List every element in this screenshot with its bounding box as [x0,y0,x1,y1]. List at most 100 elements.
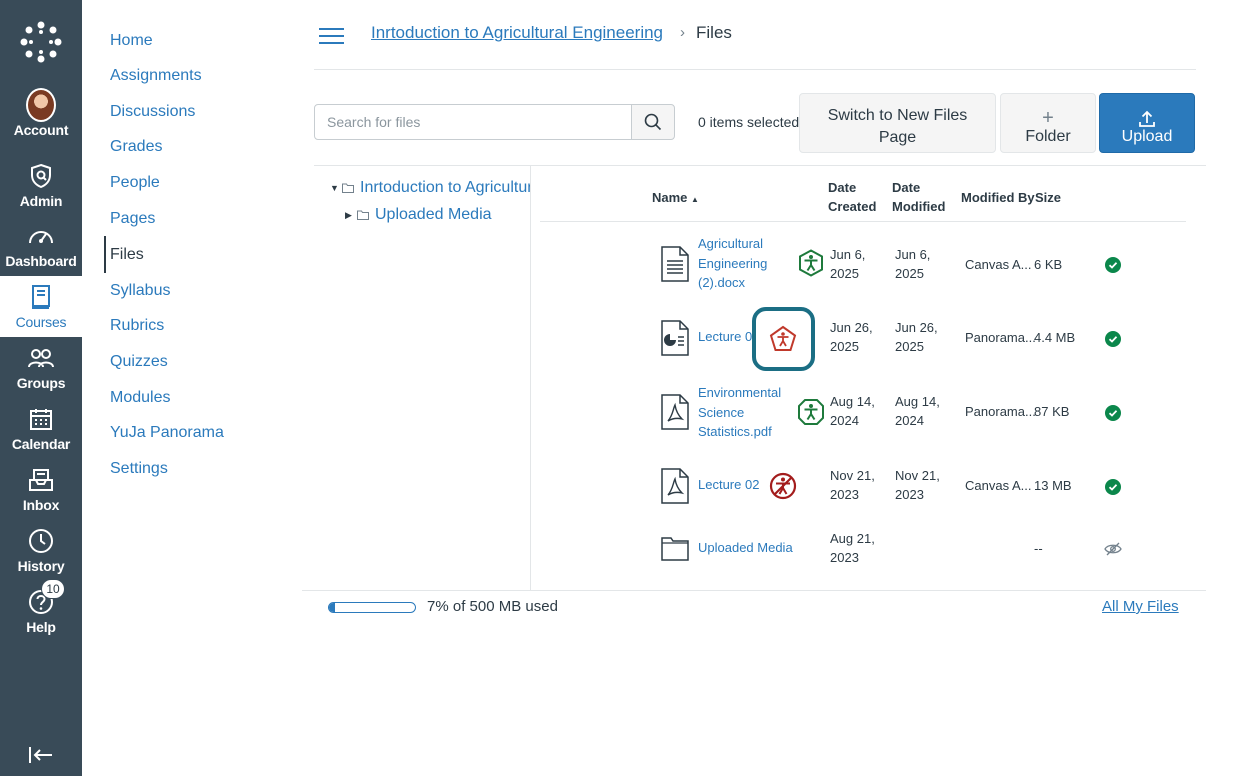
col-modified-by[interactable]: Modified By [961,188,1035,207]
course-nav-modules[interactable]: Modules [110,388,170,408]
file-name-line: Uploaded Media [698,540,793,555]
file-name-link[interactable]: Environmental Science Statistics.pdf [698,383,796,442]
nav-account-label: Account [13,122,69,138]
clock-icon [26,526,56,556]
col-date-created[interactable]: Date Created [828,178,876,216]
upload-button[interactable]: Upload [1099,93,1195,153]
hidden-eye-icon[interactable] [1104,542,1122,556]
date-created: Jun 6, 2025 [830,247,866,281]
course-nav-people[interactable]: People [110,173,160,193]
quota-progress-fill [329,603,336,612]
presentation-icon [661,320,689,356]
date-modified: Nov 21, 2023 [895,468,940,502]
tree-root[interactable]: ▼ Inrtoduction to Agricultural Engineeri… [330,179,530,197]
collapsed-caret-icon[interactable]: ▶ [345,210,353,221]
switch-new-files-button[interactable]: Switch to New Files Page [799,93,996,153]
modified-by: Canvas A... [965,257,1032,272]
col-modified-line1: Date [892,180,921,195]
nav-courses-label: Courses [15,314,67,330]
nav-help-label: Help [26,619,56,635]
nav-account[interactable]: Account [0,84,82,145]
accessibility-issue-icon[interactable] [769,325,797,353]
col-created-line1: Date [828,180,857,195]
published-check-icon[interactable] [1105,331,1121,347]
breadcrumb-current: Files [696,23,732,42]
add-folder-button[interactable]: + Folder [1000,93,1096,153]
nav-history[interactable]: History [0,520,82,581]
selected-count: 0 items selected [698,114,800,130]
breadcrumb-course[interactable]: Inrtoduction to Agricultural Engineering [371,23,663,43]
book-icon [26,282,56,312]
shield-icon [26,161,56,191]
published-check-icon[interactable] [1105,257,1121,273]
course-nav-pages[interactable]: Pages [110,209,155,229]
folder-name-link[interactable]: Uploaded Media [698,538,818,558]
course-nav-grades[interactable]: Grades [110,137,162,157]
avatar [26,88,56,122]
canvas-logo-icon[interactable] [0,14,82,70]
nav-courses[interactable]: Courses [0,276,82,337]
tree-child-label[interactable]: Uploaded Media [375,206,492,224]
nav-history-label: History [17,558,65,574]
course-nav-quizzes[interactable]: Quizzes [110,352,168,372]
tree-root-label[interactable]: Inrtoduction to Agricultural Engineering [360,179,530,197]
col-name-label: Name [652,190,688,205]
course-nav-home[interactable]: Home [110,31,153,51]
date-created: Jun 26, 2025 [830,320,873,354]
plus-icon: + [1042,107,1054,129]
file-name-line: Engineering [698,255,768,271]
nav-dashboard-label: Dashboard [5,253,77,269]
course-nav-files[interactable]: Files [110,245,144,265]
people-icon [26,343,56,373]
col-date-modified[interactable]: Date Modified [892,178,945,216]
course-nav: Home Assignments Discussions Grades Peop… [82,0,302,776]
file-name-line: Agricultural [698,236,764,251]
accessibility-ok-icon[interactable] [797,398,825,426]
all-my-files-link[interactable]: All My Files [1102,598,1179,615]
published-check-icon[interactable] [1105,405,1121,421]
collapse-nav-icon[interactable] [26,742,56,768]
nav-dashboard[interactable]: Dashboard [0,215,82,276]
nav-inbox[interactable]: Inbox [0,459,82,520]
published-check-icon[interactable] [1105,479,1121,495]
nav-inbox-label: Inbox [22,497,60,513]
search-button[interactable] [631,104,675,140]
file-name-line: Science [698,404,745,420]
course-nav-discussions[interactable]: Discussions [110,102,195,122]
date-modified: Jun 26, 2025 [895,320,938,354]
course-nav-yuja-panorama[interactable]: YuJa Panorama [110,423,224,443]
date-modified: Jun 6, 2025 [895,247,931,281]
modified-by: Panorama... [965,404,1036,419]
nav-calendar[interactable]: Calendar [0,398,82,459]
folder-icon [661,537,689,561]
accessibility-ok-icon[interactable] [797,249,825,277]
tree-child[interactable]: ▶ Uploaded Media [345,206,492,224]
course-nav-settings[interactable]: Settings [110,459,168,479]
global-nav: Account Admin Dashboard Courses Groups C… [0,0,82,776]
col-name[interactable]: Name ▲ [652,188,699,209]
modified-by: Panorama... [965,330,1036,345]
menu-icon[interactable] [319,27,344,45]
file-name-line: (2).docx [698,275,745,290]
calendar-icon [26,404,56,434]
course-nav-rubrics[interactable]: Rubrics [110,316,164,336]
folder-label: Folder [1025,128,1071,145]
course-nav-assignments[interactable]: Assignments [110,66,202,86]
file-name-line: Environmental [698,385,782,400]
file-size: 4.4 MB [1034,330,1076,345]
col-size[interactable]: Size [1035,188,1061,207]
modified-by: Canvas A... [965,478,1032,493]
expanded-caret-icon[interactable]: ▼ [330,183,339,193]
file-size: 13 MB [1034,478,1072,493]
file-name-link[interactable]: Agricultural Engineering (2).docx [698,234,796,293]
accessibility-fail-icon[interactable] [769,472,797,500]
nav-groups-label: Groups [16,375,66,391]
course-nav-syllabus[interactable]: Syllabus [110,281,170,301]
file-size: 6 KB [1034,257,1063,272]
file-size: -- [1034,541,1043,556]
nav-admin[interactable]: Admin [0,155,82,216]
col-modified-line2: Modified [892,199,946,214]
document-icon [661,246,689,282]
search-input[interactable] [314,104,632,140]
nav-groups[interactable]: Groups [0,337,82,398]
